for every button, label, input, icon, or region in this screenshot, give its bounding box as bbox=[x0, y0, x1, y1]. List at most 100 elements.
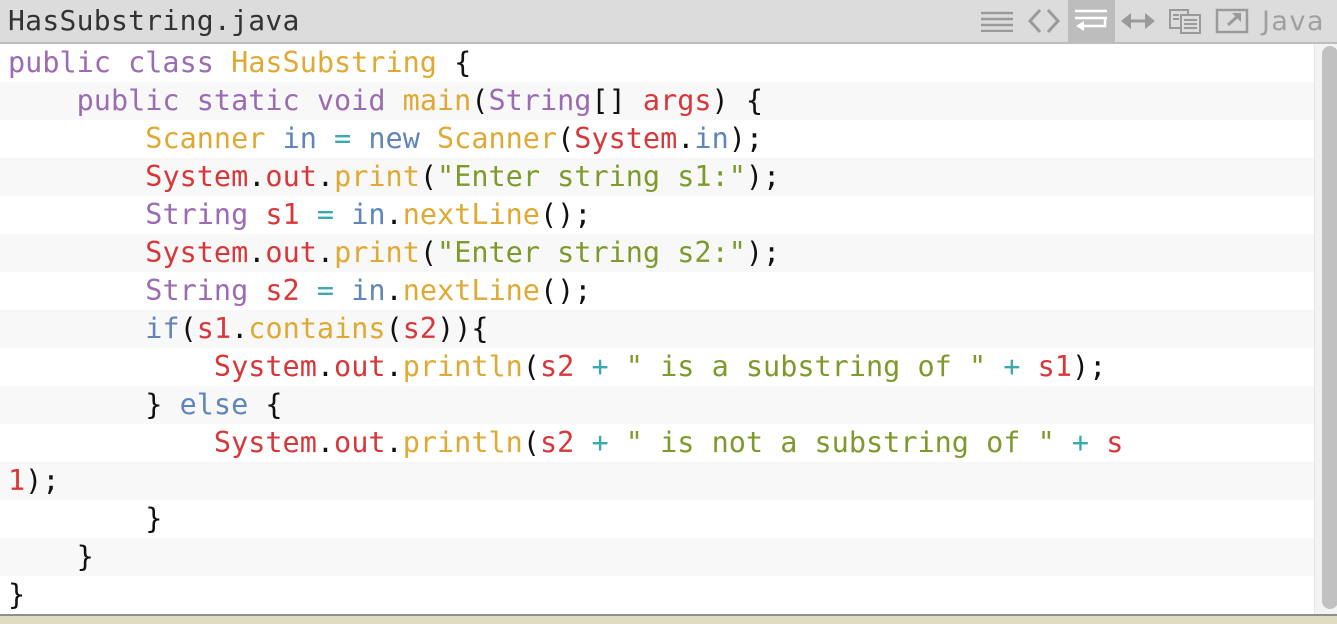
code-token: System bbox=[145, 236, 249, 269]
code-token: . bbox=[316, 160, 335, 193]
lines-icon bbox=[981, 11, 1014, 32]
code-token: ( bbox=[419, 160, 438, 193]
view-lines-button[interactable] bbox=[974, 0, 1021, 42]
code-token: print bbox=[334, 236, 420, 269]
language-label: Java bbox=[1261, 5, 1325, 37]
code-token: "Enter string s1:" bbox=[437, 160, 746, 193]
code-token: ( bbox=[471, 84, 489, 117]
code-token: in bbox=[351, 198, 386, 231]
toolbar: Java bbox=[974, 0, 1337, 42]
code-token: 1 bbox=[8, 464, 26, 497]
expand-width-button[interactable] bbox=[1115, 0, 1162, 42]
wrap-lines-button[interactable] bbox=[1067, 0, 1115, 42]
code-token: println bbox=[402, 426, 523, 459]
code-token: main bbox=[402, 84, 472, 117]
horizontal-arrows-icon bbox=[1121, 13, 1156, 29]
code-token: public class bbox=[8, 46, 232, 79]
copy-icon bbox=[1169, 9, 1202, 34]
code-line: Scanner in = new Scanner(System.in); bbox=[0, 120, 1314, 158]
code-token: String bbox=[145, 274, 266, 307]
code-token: ); bbox=[1071, 350, 1107, 383]
code-line: } else { bbox=[0, 386, 1314, 424]
code-token: )) bbox=[437, 312, 472, 345]
code-token: ) { bbox=[711, 84, 764, 117]
code-token: . bbox=[385, 198, 403, 231]
code-token: s bbox=[1106, 426, 1124, 459]
code-token: { bbox=[471, 312, 489, 345]
code-token: System bbox=[574, 122, 678, 155]
code-token: ); bbox=[745, 160, 781, 193]
scrollbar-thumb[interactable] bbox=[1322, 46, 1337, 609]
popout-icon bbox=[1216, 8, 1249, 34]
code-token: println bbox=[402, 350, 523, 383]
code-token: public static void bbox=[76, 84, 403, 117]
wrap-icon bbox=[1075, 9, 1108, 31]
code-token: s1 bbox=[196, 312, 232, 345]
code-token: s2 bbox=[402, 312, 438, 345]
code-token: ); bbox=[745, 236, 781, 269]
code-token: = bbox=[334, 122, 369, 155]
code-token: } bbox=[8, 502, 163, 535]
vertical-scrollbar[interactable] bbox=[1314, 44, 1337, 614]
code-token: System bbox=[213, 350, 317, 383]
code-token: " is a substring of " bbox=[625, 350, 1004, 383]
code-token: [] bbox=[591, 84, 643, 117]
code-line: System.out.print("Enter string s1:"); bbox=[0, 158, 1314, 196]
code-token: ( bbox=[522, 426, 540, 459]
code-token: else bbox=[179, 388, 266, 421]
code-token: . bbox=[316, 350, 335, 383]
view-source-button[interactable] bbox=[1021, 0, 1068, 42]
code-token: ( bbox=[522, 350, 540, 383]
code-token: nextLine bbox=[402, 198, 540, 231]
code-token: out bbox=[334, 350, 386, 383]
code-token: + bbox=[591, 350, 626, 383]
code-token: out bbox=[265, 160, 317, 193]
code-token: . bbox=[385, 426, 403, 459]
code-token: HasSubstring bbox=[231, 46, 437, 79]
code-line: public static void main(String[] args) { bbox=[0, 82, 1314, 120]
code-token: . bbox=[385, 274, 403, 307]
code-token: } bbox=[8, 388, 180, 421]
code-area[interactable]: public class HasSubstring { public stati… bbox=[0, 44, 1314, 614]
code-token: + bbox=[591, 426, 626, 459]
code-token: ); bbox=[25, 464, 60, 497]
code-token: } bbox=[8, 578, 26, 611]
code-token: if bbox=[145, 312, 180, 345]
code-header: HasSubstring.java Java bbox=[0, 0, 1337, 44]
code-token: ); bbox=[728, 122, 764, 155]
code-token: Scanner bbox=[437, 122, 558, 155]
file-title: HasSubstring.java bbox=[8, 4, 300, 37]
code-token: . bbox=[248, 160, 266, 193]
code-token: (); bbox=[539, 198, 592, 231]
code-token: in bbox=[282, 122, 335, 155]
code-line: String s1 = in.nextLine(); bbox=[0, 196, 1314, 234]
code-token: (); bbox=[539, 274, 592, 307]
code-token: in bbox=[351, 274, 386, 307]
popout-button[interactable] bbox=[1209, 0, 1256, 42]
code-token: . bbox=[231, 312, 249, 345]
code-token: contains bbox=[248, 312, 386, 345]
code-token: args bbox=[642, 84, 712, 117]
code-token: String bbox=[145, 198, 266, 231]
code-line: public class HasSubstring { bbox=[0, 44, 1314, 82]
code-token: ( bbox=[179, 312, 197, 345]
code-token: Scanner bbox=[145, 122, 283, 155]
code-token: out bbox=[265, 236, 317, 269]
code-line: 1); bbox=[0, 462, 1314, 500]
code-token: + bbox=[1003, 350, 1038, 383]
code-token: . bbox=[677, 122, 695, 155]
code-token: . bbox=[385, 350, 403, 383]
code-line: System.out.print("Enter string s2:"); bbox=[0, 234, 1314, 272]
code-line: } bbox=[0, 576, 1314, 614]
copy-button[interactable] bbox=[1162, 0, 1209, 42]
code-token: = bbox=[316, 274, 352, 307]
code-token: ( bbox=[385, 312, 403, 345]
